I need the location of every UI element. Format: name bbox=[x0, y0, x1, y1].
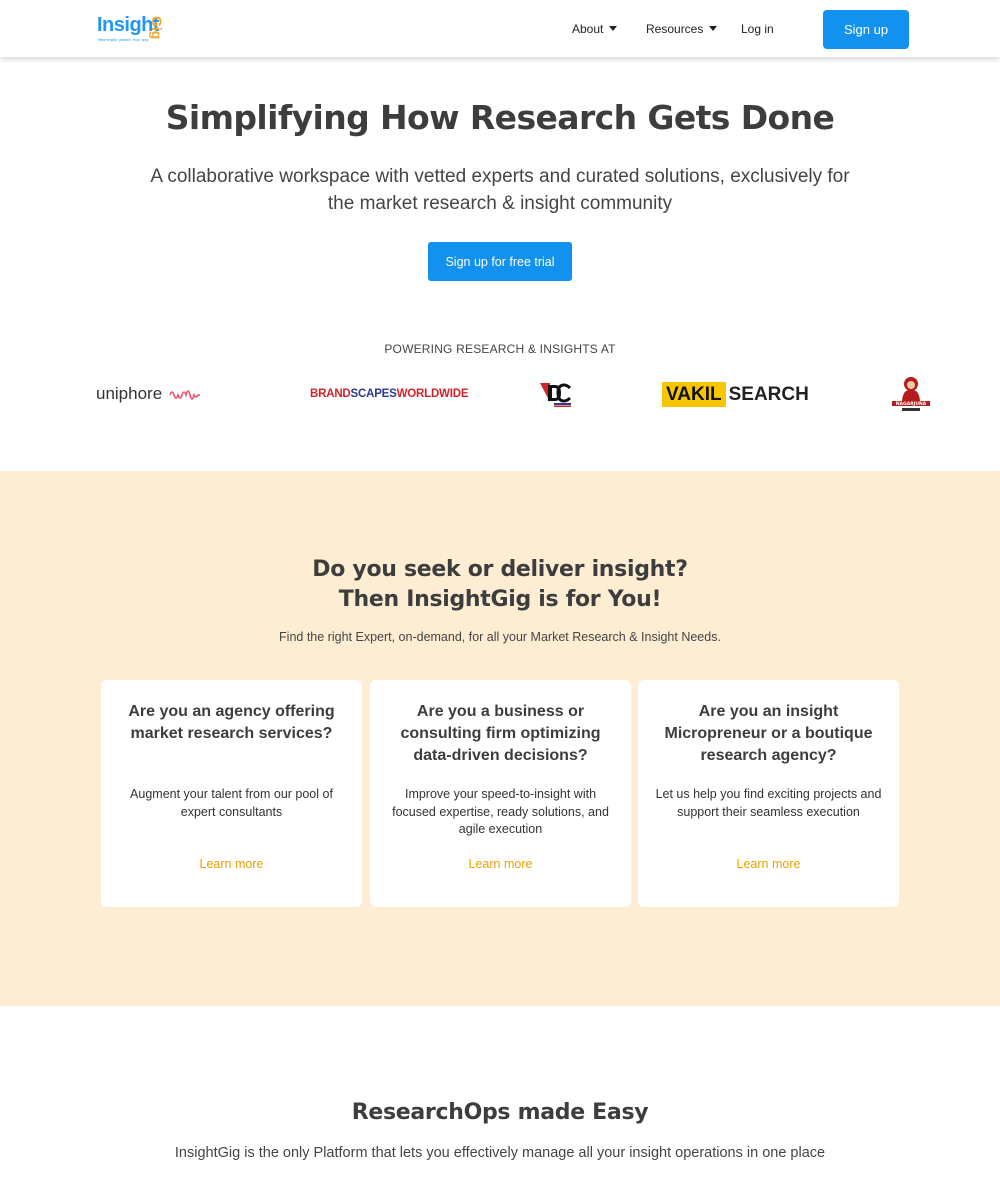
search-text: SEARCH bbox=[728, 384, 809, 405]
ops-subtitle: InsightGig is the only Platform that let… bbox=[174, 1145, 826, 1161]
ops-title: ResearchOps made Easy bbox=[351, 1100, 649, 1125]
clients-heading: POWERING RESEARCH & INSIGHTS AT bbox=[384, 342, 616, 356]
nagarjuna-emblem-icon: NAGARJUNA bbox=[892, 377, 930, 411]
uniphore-logo: uniphore bbox=[96, 384, 201, 404]
brandscapes-part1: BRAND bbox=[310, 388, 351, 400]
nav-resources-label: Resources bbox=[646, 22, 704, 36]
audience-title-line1: Do you seek or deliver insight? bbox=[312, 557, 688, 582]
dc-logo bbox=[540, 383, 572, 407]
nagarjuna-text: NAGARJUNA bbox=[896, 401, 927, 407]
audience-title: Do you seek or deliver insight? Then Ins… bbox=[0, 555, 1000, 615]
card-text: Augment your talent from our pool of exp… bbox=[130, 787, 333, 819]
learn-more-link[interactable]: Learn more bbox=[101, 857, 362, 871]
audience-subtitle: Find the right Expert, on-demand, for al… bbox=[279, 630, 721, 644]
uniphore-text: uniphore bbox=[96, 384, 163, 403]
vakil-text: VAKIL bbox=[662, 382, 726, 407]
micropreneur-card: Are you an insight Micropreneur or a bou… bbox=[638, 680, 899, 907]
logo-accent: Gig bbox=[149, 16, 165, 40]
brandscapes-part2: SCAPES bbox=[350, 388, 397, 400]
agency-card: Are you an agency offering market resear… bbox=[101, 680, 362, 907]
site-header: Insight Gig Meaningful growth. Your way.… bbox=[0, 0, 1000, 57]
nav-resources[interactable]: Resources bbox=[646, 22, 718, 36]
nav-login[interactable]: Log in bbox=[741, 22, 774, 36]
hero-subtitle: A collaborative workspace with vetted ex… bbox=[150, 166, 850, 214]
brandscapes-logo: BRANDSCAPESWORLDWIDE bbox=[310, 388, 468, 400]
card-title: Are you a business or consulting firm op… bbox=[400, 703, 601, 764]
nav-about-label: About bbox=[572, 22, 604, 36]
brandscapes-part3: WORLDWIDE bbox=[396, 388, 469, 400]
hero-title: Simplifying How Research Gets Done bbox=[165, 98, 835, 137]
insightgig-logo[interactable]: Insight Gig Meaningful growth. Your way. bbox=[97, 14, 167, 46]
caret-down-icon bbox=[709, 26, 718, 32]
business-card: Are you a business or consulting firm op… bbox=[370, 680, 631, 907]
vakilsearch-logo: VAKIL SEARCH bbox=[662, 382, 809, 407]
nagarjuna-logo: NAGARJUNA bbox=[890, 375, 932, 415]
card-text: Let us help you find exciting projects a… bbox=[655, 787, 882, 819]
waveform-icon bbox=[169, 389, 200, 400]
caret-down-icon bbox=[609, 26, 618, 32]
card-title: Are you an agency offering market resear… bbox=[128, 703, 335, 742]
learn-more-link[interactable]: Learn more bbox=[638, 857, 899, 871]
audience-title-line2: Then InsightGig is for You! bbox=[338, 587, 662, 612]
learn-more-link[interactable]: Learn more bbox=[370, 857, 631, 871]
nav-about[interactable]: About bbox=[572, 22, 618, 36]
card-title: Are you an insight Micropreneur or a bou… bbox=[664, 703, 873, 764]
logo-tagline: Meaningful growth. Your way. bbox=[98, 38, 150, 42]
card-text: Improve your speed-to-insight with focus… bbox=[392, 787, 609, 836]
signup-button[interactable]: Sign up bbox=[823, 10, 909, 49]
free-trial-button[interactable]: Sign up for free trial bbox=[428, 242, 572, 281]
